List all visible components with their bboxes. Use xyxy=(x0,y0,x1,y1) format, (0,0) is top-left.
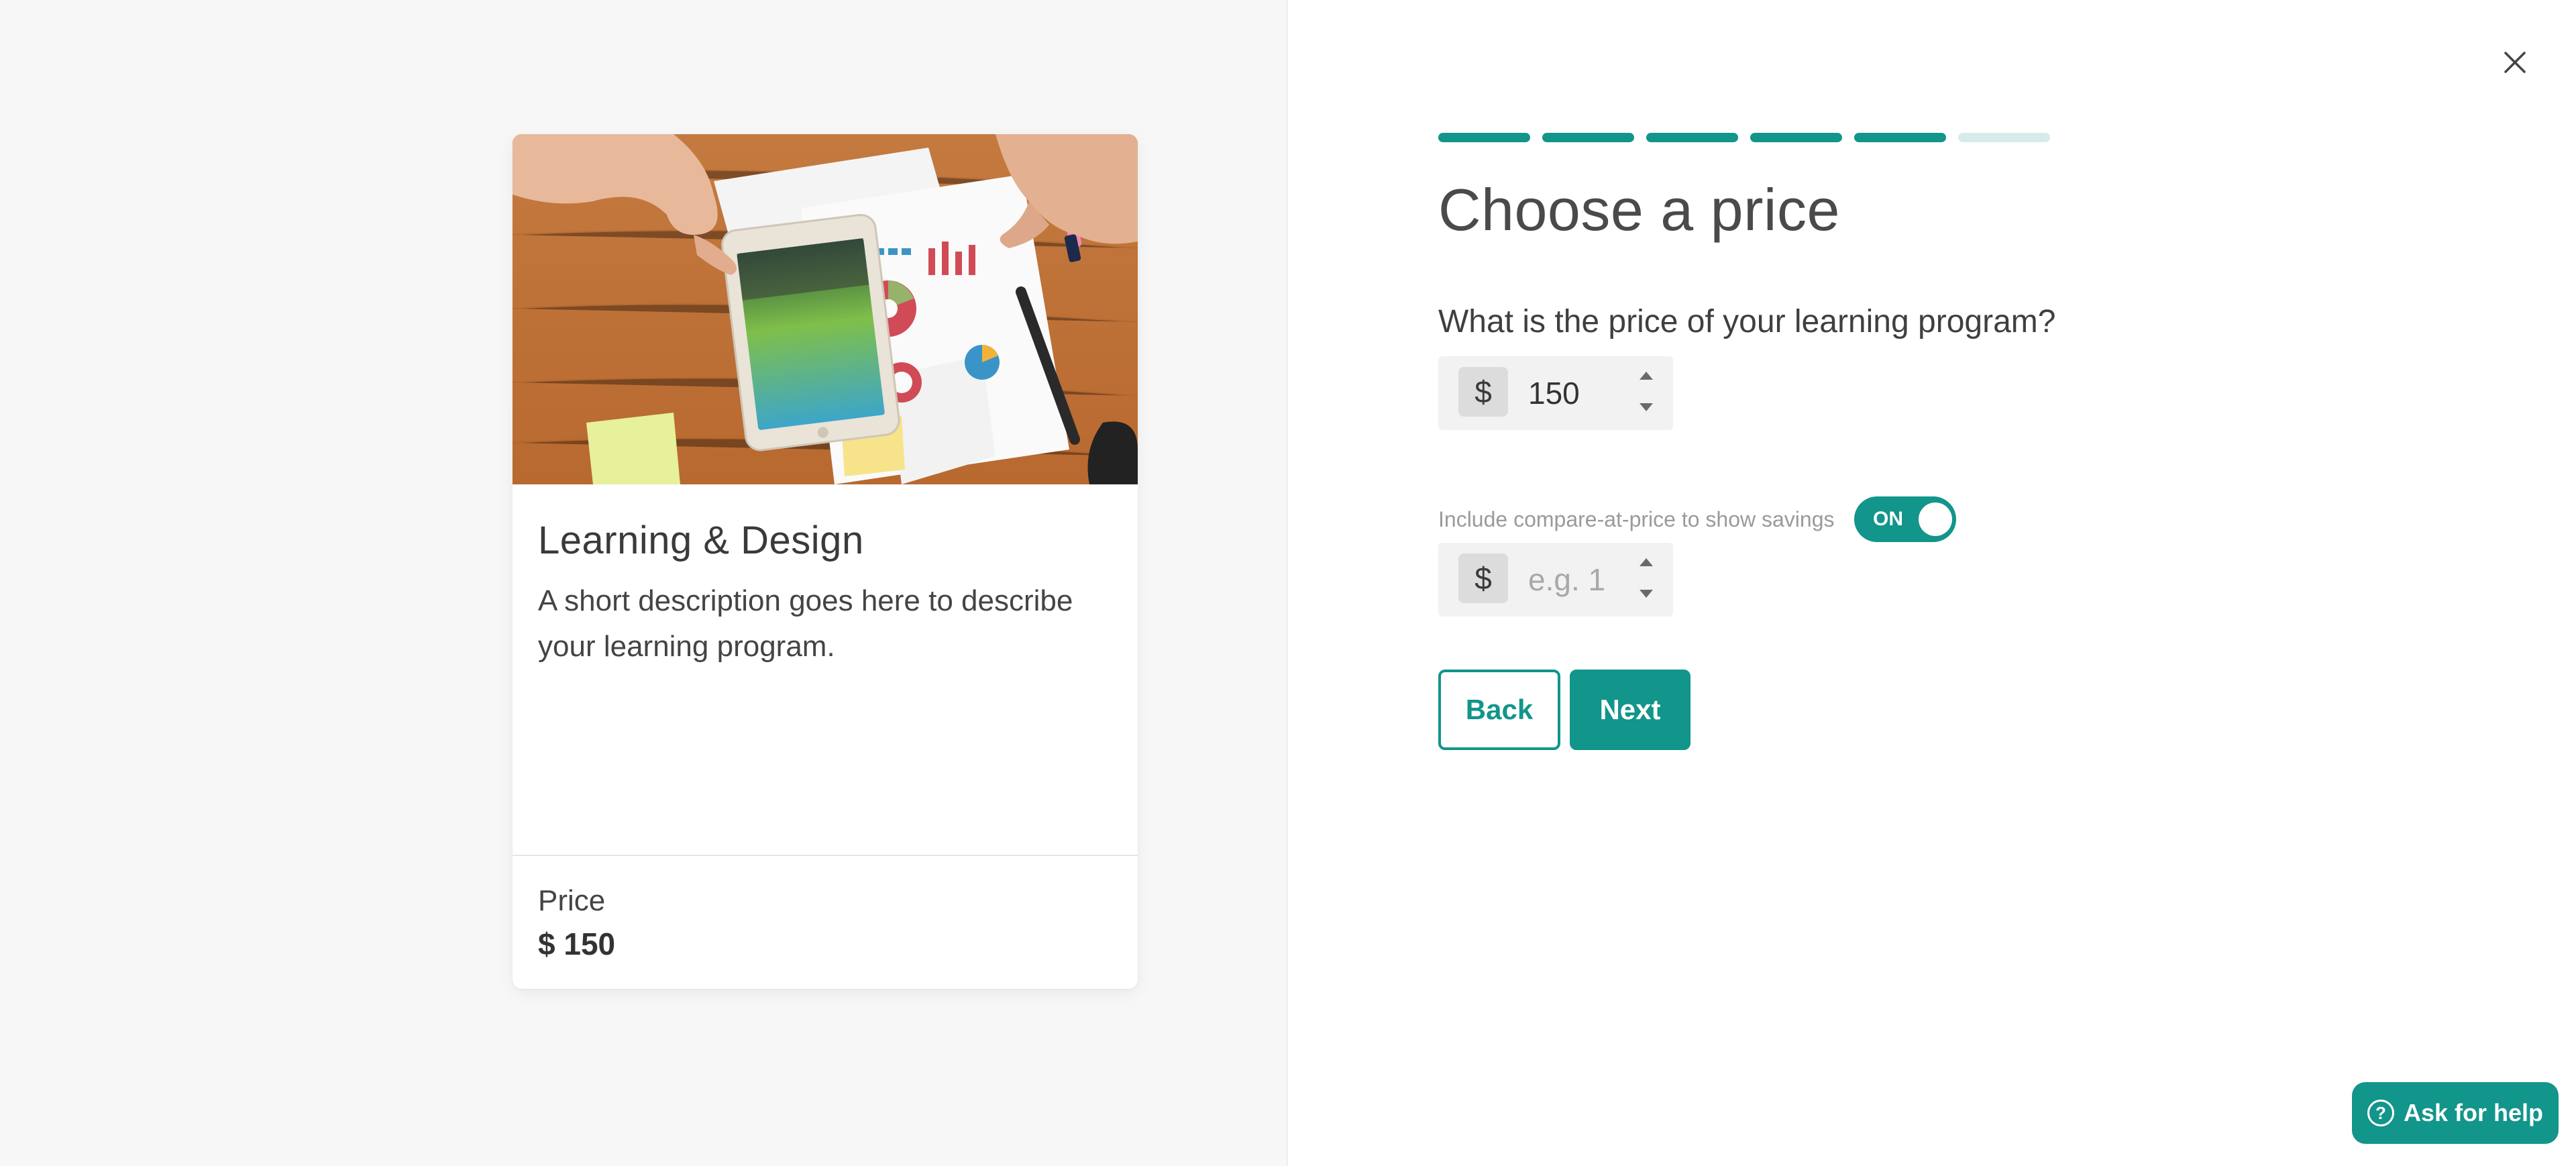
price-input[interactable] xyxy=(1528,356,1629,430)
question-circle-icon: ? xyxy=(2367,1100,2394,1126)
progress-step-complete xyxy=(1646,133,1738,142)
currency-symbol: $ xyxy=(1458,367,1508,417)
triangle-down-icon[interactable] xyxy=(1639,403,1654,415)
compare-price-field: $ xyxy=(1438,543,1673,617)
progress-step-complete xyxy=(1750,133,1842,142)
next-button[interactable]: Next xyxy=(1570,670,1690,750)
progress-step-complete xyxy=(1542,133,1634,142)
price-field: $ xyxy=(1438,356,1673,430)
back-button[interactable]: Back xyxy=(1438,670,1560,750)
preview-pane: Learning & Design A short description go… xyxy=(0,0,1287,1166)
progress-step-incomplete xyxy=(1958,133,2050,142)
compare-at-price-label: Include compare-at-price to show savings xyxy=(1438,507,1835,531)
compare-price-input[interactable] xyxy=(1528,543,1629,617)
card-price-label: Price xyxy=(538,884,606,917)
toggle-knob xyxy=(1919,502,1952,536)
progress-steps xyxy=(1438,133,2050,142)
compare-at-price-toggle[interactable]: ON xyxy=(1854,496,1956,542)
card-divider xyxy=(513,855,1138,856)
close-button[interactable] xyxy=(2497,44,2533,81)
close-icon xyxy=(2504,52,2526,73)
card-title: Learning & Design xyxy=(538,519,864,562)
compare-price-stepper xyxy=(1633,558,1660,602)
card-price-value: $ 150 xyxy=(538,926,616,961)
program-card-preview: Learning & Design A short description go… xyxy=(513,134,1138,989)
triangle-up-icon[interactable] xyxy=(1639,558,1654,570)
triangle-down-icon[interactable] xyxy=(1639,589,1654,602)
price-question-label: What is the price of your learning progr… xyxy=(1438,304,2056,339)
progress-step-complete xyxy=(1438,133,1530,142)
triangle-up-icon[interactable] xyxy=(1639,371,1654,384)
price-stepper xyxy=(1633,371,1660,415)
card-description: A short description goes here to describ… xyxy=(538,584,1073,663)
page-title: Choose a price xyxy=(1438,176,1840,243)
ask-for-help-label: Ask for help xyxy=(2403,1099,2544,1126)
card-image xyxy=(513,134,1138,484)
currency-symbol: $ xyxy=(1458,553,1508,603)
progress-step-complete xyxy=(1854,133,1946,142)
ask-for-help-button[interactable]: ? Ask for help xyxy=(2352,1082,2559,1144)
toggle-state-label: ON xyxy=(1873,508,1903,530)
